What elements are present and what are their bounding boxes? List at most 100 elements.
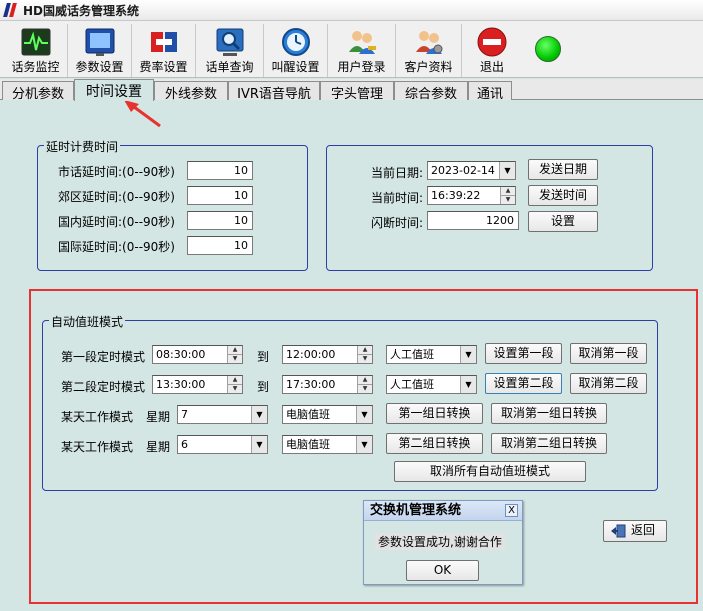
international-delay-input[interactable]: 10 bbox=[187, 236, 253, 255]
monitor-button[interactable]: 话务监控 bbox=[4, 24, 68, 77]
tab-communication[interactable]: 通讯 bbox=[468, 81, 512, 102]
day2-cancel-convert-button[interactable]: 取消第二组日转换 bbox=[491, 433, 607, 454]
alarm-clock-icon bbox=[281, 28, 310, 56]
rate-icon bbox=[150, 32, 177, 52]
dialog-message: 参数设置成功,谢谢合作 bbox=[375, 533, 505, 550]
wakeup-button[interactable]: 叫醒设置 bbox=[264, 24, 328, 77]
set-period2-button[interactable]: 设置第二段 bbox=[485, 373, 562, 394]
chevron-down-icon[interactable]: ▼ bbox=[460, 346, 476, 363]
local-delay-input[interactable]: 10 bbox=[187, 161, 253, 180]
user-login-icon bbox=[348, 31, 376, 54]
chevron-down-icon[interactable]: ▼ bbox=[356, 406, 372, 423]
dialog-title: 交换机管理系统 bbox=[370, 503, 462, 518]
to-label: 到 bbox=[257, 350, 270, 364]
day1-mode-select[interactable]: 电脑值班 ▼ bbox=[282, 405, 373, 424]
domestic-delay-input[interactable]: 10 bbox=[187, 211, 253, 230]
toolbar-label: 退出 bbox=[479, 60, 504, 74]
time-spinner[interactable]: 16:39:22 ▲ ▼ bbox=[427, 186, 516, 205]
day2-weekday-select[interactable]: 6 ▼ bbox=[177, 435, 268, 454]
period1-mode-value: 人工值班 bbox=[390, 348, 434, 361]
record-query-button[interactable]: 话单查询 bbox=[196, 24, 264, 77]
chevron-down-icon[interactable]: ▼ bbox=[251, 406, 267, 423]
period1-label: 第一段定时模式 bbox=[61, 350, 146, 364]
back-button[interactable]: 返回 bbox=[603, 520, 667, 542]
week-label: 星期 bbox=[146, 410, 171, 424]
spinner-arrows-icon[interactable]: ▲ ▼ bbox=[227, 376, 242, 393]
dialog-ok-button[interactable]: OK bbox=[406, 560, 479, 581]
day1-mode-value: 电脑值班 bbox=[286, 408, 330, 421]
period1-end-spinner[interactable]: 12:00:00 ▲ ▼ bbox=[282, 345, 373, 364]
toolbar-label: 用户登录 bbox=[337, 60, 386, 74]
day1-cancel-convert-button[interactable]: 取消第一组日转换 bbox=[491, 403, 607, 424]
chevron-down-icon[interactable]: ▼ bbox=[251, 436, 267, 453]
user-login-button[interactable]: 用户登录 bbox=[328, 24, 396, 77]
rate-button[interactable]: 费率设置 bbox=[132, 24, 196, 77]
international-delay-label: 国际延时间:(0--90秒) bbox=[58, 240, 175, 254]
spinner-arrows-icon[interactable]: ▲ ▼ bbox=[357, 346, 372, 363]
spinner-arrows-icon[interactable]: ▲ ▼ bbox=[500, 187, 515, 204]
flash-time-input[interactable]: 1200 bbox=[427, 211, 519, 230]
tab-general-params[interactable]: 综合参数 bbox=[394, 81, 468, 102]
toolbar-label: 参数设置 bbox=[75, 60, 124, 74]
toolbar-label: 客户资料 bbox=[404, 60, 453, 74]
period2-mode-value: 人工值班 bbox=[390, 378, 434, 391]
date-value: 2023-02-14 bbox=[431, 164, 495, 177]
suburb-delay-input[interactable]: 10 bbox=[187, 186, 253, 205]
period1-mode-select[interactable]: 人工值班 ▼ bbox=[386, 345, 477, 364]
parameter-icon bbox=[85, 28, 114, 56]
toolbar-label: 话务监控 bbox=[11, 60, 60, 74]
day1-weekday-value: 7 bbox=[181, 408, 188, 421]
period2-end-spinner[interactable]: 17:30:00 ▲ ▼ bbox=[282, 375, 373, 394]
flash-time-label: 闪断时间: bbox=[371, 216, 424, 230]
monitor-icon bbox=[21, 28, 50, 56]
period2-label: 第二段定时模式 bbox=[61, 380, 146, 394]
tab-ivr-navigation[interactable]: IVR语音导航 bbox=[228, 81, 320, 102]
tab-prefix-management[interactable]: 字头管理 bbox=[320, 81, 394, 102]
day2-mode-label: 某天工作模式 bbox=[61, 440, 134, 454]
tab-trunk-params[interactable]: 外线参数 bbox=[154, 81, 228, 102]
cancel-period1-button[interactable]: 取消第一段 bbox=[570, 343, 647, 364]
connection-status-light bbox=[535, 36, 561, 62]
period2-start-spinner[interactable]: 13:30:00 ▲ ▼ bbox=[152, 375, 243, 394]
tab-extension-params[interactable]: 分机参数 bbox=[2, 81, 74, 102]
toolbar-label: 叫醒设置 bbox=[271, 60, 320, 74]
spinner-arrows-icon[interactable]: ▲ ▼ bbox=[227, 346, 242, 363]
send-date-button[interactable]: 发送日期 bbox=[528, 159, 598, 180]
period1-end-value: 12:00:00 bbox=[286, 348, 336, 361]
customer-button[interactable]: 客户资料 bbox=[396, 24, 462, 77]
chevron-down-icon[interactable]: ▼ bbox=[499, 162, 515, 179]
group-title: 自动值班模式 bbox=[49, 313, 126, 330]
local-delay-label: 市话延时间:(0--90秒) bbox=[58, 165, 175, 179]
suburb-delay-label: 郊区延时间:(0--90秒) bbox=[58, 190, 175, 204]
send-time-button[interactable]: 发送时间 bbox=[528, 185, 598, 206]
chevron-down-icon[interactable]: ▼ bbox=[356, 436, 372, 453]
date-label: 当前日期: bbox=[371, 166, 424, 180]
set-period1-button[interactable]: 设置第一段 bbox=[485, 343, 562, 364]
day2-mode-select[interactable]: 电脑值班 ▼ bbox=[282, 435, 373, 454]
day2-weekday-value: 6 bbox=[181, 438, 188, 451]
close-icon[interactable]: X bbox=[505, 504, 518, 517]
date-picker[interactable]: 2023-02-14 ▼ bbox=[427, 161, 516, 180]
time-label: 当前时间: bbox=[371, 191, 424, 205]
tab-time-settings[interactable]: 时间设置 bbox=[74, 79, 154, 101]
period1-start-value: 08:30:00 bbox=[156, 348, 206, 361]
chevron-down-icon[interactable]: ▼ bbox=[460, 376, 476, 393]
search-record-icon bbox=[216, 28, 243, 56]
period2-mode-select[interactable]: 人工值班 ▼ bbox=[386, 375, 477, 394]
flash-set-button[interactable]: 设置 bbox=[528, 211, 598, 232]
period2-end-value: 17:30:00 bbox=[286, 378, 336, 391]
week-label: 星期 bbox=[146, 440, 171, 454]
period1-start-spinner[interactable]: 08:30:00 ▲ ▼ bbox=[152, 345, 243, 364]
day1-weekday-select[interactable]: 7 ▼ bbox=[177, 405, 268, 424]
day2-mode-value: 电脑值班 bbox=[286, 438, 330, 451]
period2-start-value: 13:30:00 bbox=[156, 378, 206, 391]
day1-mode-label: 某天工作模式 bbox=[61, 410, 134, 424]
exit-button[interactable]: 退出 bbox=[462, 24, 522, 77]
cancel-all-auto-duty-button[interactable]: 取消所有自动值班模式 bbox=[394, 461, 586, 482]
day2-convert-button[interactable]: 第二组日转换 bbox=[386, 433, 483, 454]
day1-convert-button[interactable]: 第一组日转换 bbox=[386, 403, 483, 424]
toolbar: 话务监控 参数设置 费率设置 话单查询 叫醒设置 用户登录 客户资料 退出 bbox=[0, 21, 703, 78]
parameter-button[interactable]: 参数设置 bbox=[68, 24, 132, 77]
cancel-period2-button[interactable]: 取消第二段 bbox=[570, 373, 647, 394]
spinner-arrows-icon[interactable]: ▲ ▼ bbox=[357, 376, 372, 393]
